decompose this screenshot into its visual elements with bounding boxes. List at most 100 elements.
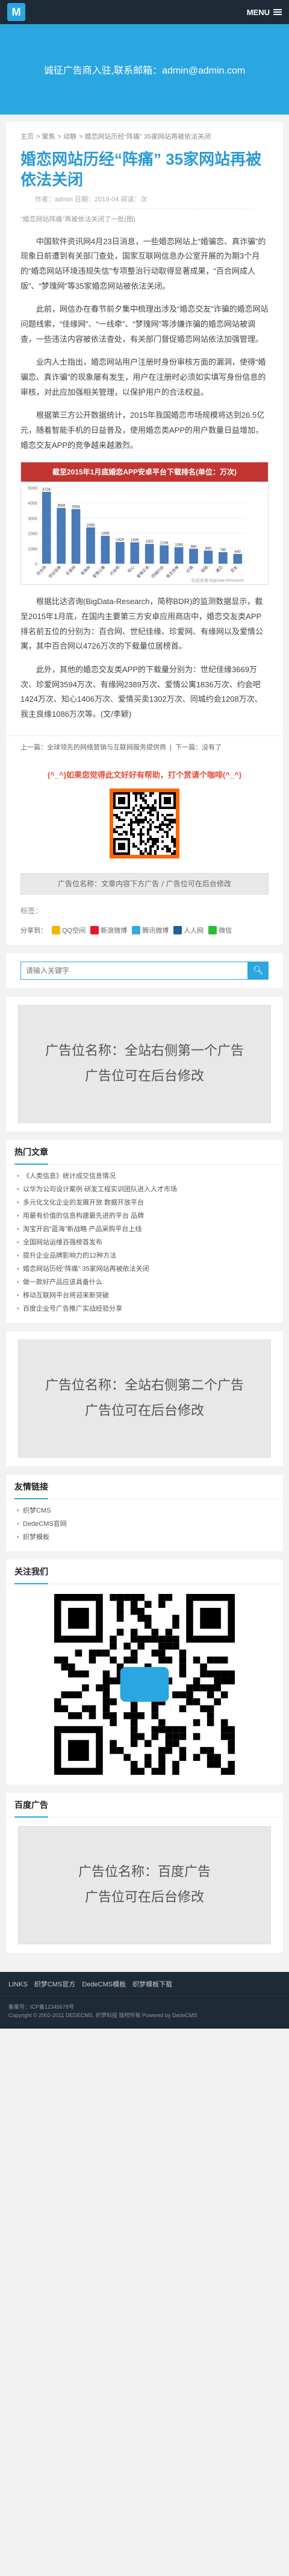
qr-module: [169, 823, 171, 826]
qr-module: [152, 792, 154, 795]
qr-module: [165, 1642, 173, 1650]
qr-module: [200, 1746, 207, 1754]
list-item[interactable]: 百度企业号广告推广实战经验分享: [17, 1302, 272, 1315]
qr-module: [151, 1712, 159, 1719]
qr-module: [149, 825, 152, 828]
list-item[interactable]: 做一款好产品应该具备什么: [17, 1276, 272, 1289]
breadcrumb-news[interactable]: 动静: [63, 133, 76, 140]
sidebar-ad-1[interactable]: 广告位名称：全站右侧第一个广告 广告位可在后台修改: [6, 996, 283, 1132]
qr-module: [157, 840, 159, 843]
prev-next-nav: 上一篇：全球领先的网络营销与互联网服务提供商 | 下一篇：没有了: [6, 735, 283, 760]
qr-module: [142, 806, 144, 809]
qr-module: [142, 792, 144, 795]
ad-line-2: 广告位可在后台修改: [84, 1889, 204, 1905]
qr-module: [169, 828, 171, 831]
share-weibo[interactable]: 新浪微博: [90, 925, 127, 935]
site-logo[interactable]: M: [7, 3, 25, 21]
qr-module: [173, 845, 176, 848]
follow-us-title: 关注我们: [6, 1560, 283, 1584]
qr-module: [207, 1719, 214, 1727]
qr-module: [207, 1691, 214, 1698]
qr-module: [132, 835, 135, 838]
search-button[interactable]: 🔍︎: [248, 961, 269, 980]
share-tencent-weibo[interactable]: 腾讯微博: [132, 925, 169, 935]
paragraph: 此外，其他的婚恋交友类APP的下载量分别为：世纪佳缘3669万次、珍爱网3594…: [20, 665, 263, 719]
qr-module: [102, 1712, 110, 1719]
list-item[interactable]: 婚恋网站历经“阵痛” 35家网站再被依法关闭: [17, 1262, 272, 1276]
y-tick-label: 5000: [28, 487, 37, 491]
top-ad-banner[interactable]: 诚征广告商入驻,联系邮箱：admin@admin.com: [0, 24, 289, 115]
qr-module: [68, 1712, 75, 1719]
qr-finder: [164, 796, 171, 804]
prev-article-link[interactable]: 上一篇：全球领先的网络营销与互联网服务提供商: [20, 744, 166, 751]
qr-module: [149, 813, 152, 816]
qr-module: [140, 840, 142, 843]
list-item[interactable]: 用最有价值的信息构建最先进的平台 品牌: [17, 1209, 272, 1223]
qr-module: [142, 799, 144, 802]
weibo-icon: [90, 925, 99, 934]
next-article-link[interactable]: 下一篇：没有了: [175, 744, 222, 751]
qr-module: [220, 1726, 228, 1733]
qr-module: [149, 837, 152, 840]
list-item[interactable]: 《人类信息》统计成交信息情况: [17, 1170, 272, 1183]
share-qzone[interactable]: QQ空间: [52, 925, 85, 935]
menu-button[interactable]: MENU: [247, 8, 282, 17]
friend-link[interactable]: DedeCMS官网: [17, 1517, 272, 1531]
qr-module: [75, 1649, 82, 1657]
qr-module: [228, 1677, 235, 1684]
sidebar-ad-2[interactable]: 广告位名称：全站右侧第二个广告 广告位可在后台修改: [6, 1331, 283, 1466]
search-input[interactable]: [20, 961, 248, 980]
qr-module: [154, 806, 157, 809]
list-item[interactable]: 全国网站运维百强榜首发布: [17, 1236, 272, 1249]
qr-module: [130, 823, 132, 826]
qr-module: [130, 1593, 138, 1601]
qr-module: [161, 828, 164, 831]
qr-module: [96, 1684, 103, 1692]
qr-module: [144, 849, 147, 852]
qr-module: [207, 1670, 214, 1678]
qr-module: [132, 833, 135, 836]
qr-module: [200, 1663, 207, 1671]
qr-module: [159, 828, 161, 831]
share-wechat[interactable]: 微信: [208, 925, 232, 935]
qr-module: [173, 840, 176, 843]
qr-module: [130, 825, 132, 828]
list-item[interactable]: 多元化文化企业的发展开放 数据开放平台: [17, 1196, 272, 1209]
friend-link[interactable]: 织梦CMS: [17, 1504, 272, 1517]
qr-module: [173, 820, 176, 824]
bar-value-label: 640: [235, 550, 241, 554]
qr-module: [140, 820, 142, 824]
list-item[interactable]: 以华为公司设计案例 研发工程实训团队进入人才市场: [17, 1183, 272, 1196]
footer-link[interactable]: 织梦CMS官方: [34, 1981, 75, 1988]
footer-link[interactable]: 织梦模板下载: [132, 1981, 172, 1988]
qr-module: [82, 1705, 89, 1712]
breadcrumb-home[interactable]: 主页: [20, 133, 34, 140]
inline-ad-bar[interactable]: 广告位名称：文章内容下方广告 / 广告位可在后台修改: [20, 872, 269, 895]
qr-module: [144, 1740, 152, 1747]
qr-module: [165, 1636, 173, 1643]
footer-link[interactable]: DedeCMS模板: [82, 1981, 126, 1988]
qr-module: [130, 1760, 138, 1768]
footer-links: LINKS 织梦CMS官方 DedeCMS模板 织梦模板下载: [0, 1971, 289, 1996]
qr-module: [157, 847, 159, 850]
qr-module: [120, 811, 123, 814]
qr-module: [140, 796, 142, 799]
qr-module: [123, 1642, 131, 1650]
qr-module: [140, 849, 142, 852]
qr-module: [171, 813, 173, 816]
qr-module: [132, 806, 135, 809]
breadcrumb-focus[interactable]: 聚焦: [42, 133, 55, 140]
list-item[interactable]: 提升企业品牌影响力的12种方法: [17, 1249, 272, 1262]
hot-articles-title: 热门文章: [6, 1140, 283, 1165]
qr-module: [161, 823, 164, 826]
baidu-ad[interactable]: 广告位名称：百度广告 广告位可在后台修改: [6, 1817, 283, 1953]
hamburger-icon: [273, 8, 282, 16]
qr-module: [154, 825, 157, 828]
friend-link[interactable]: 织梦模板: [17, 1531, 272, 1544]
list-item[interactable]: 移动互联网平台将迎来新突破: [17, 1289, 272, 1302]
share-renren[interactable]: 人人网: [173, 925, 204, 935]
qr-module: [128, 823, 130, 826]
qr-module: [142, 796, 144, 799]
y-tick-label: 0: [35, 562, 37, 567]
list-item[interactable]: 淘宝开启“蓝海”新战略 产品采购平台上线: [17, 1223, 272, 1236]
